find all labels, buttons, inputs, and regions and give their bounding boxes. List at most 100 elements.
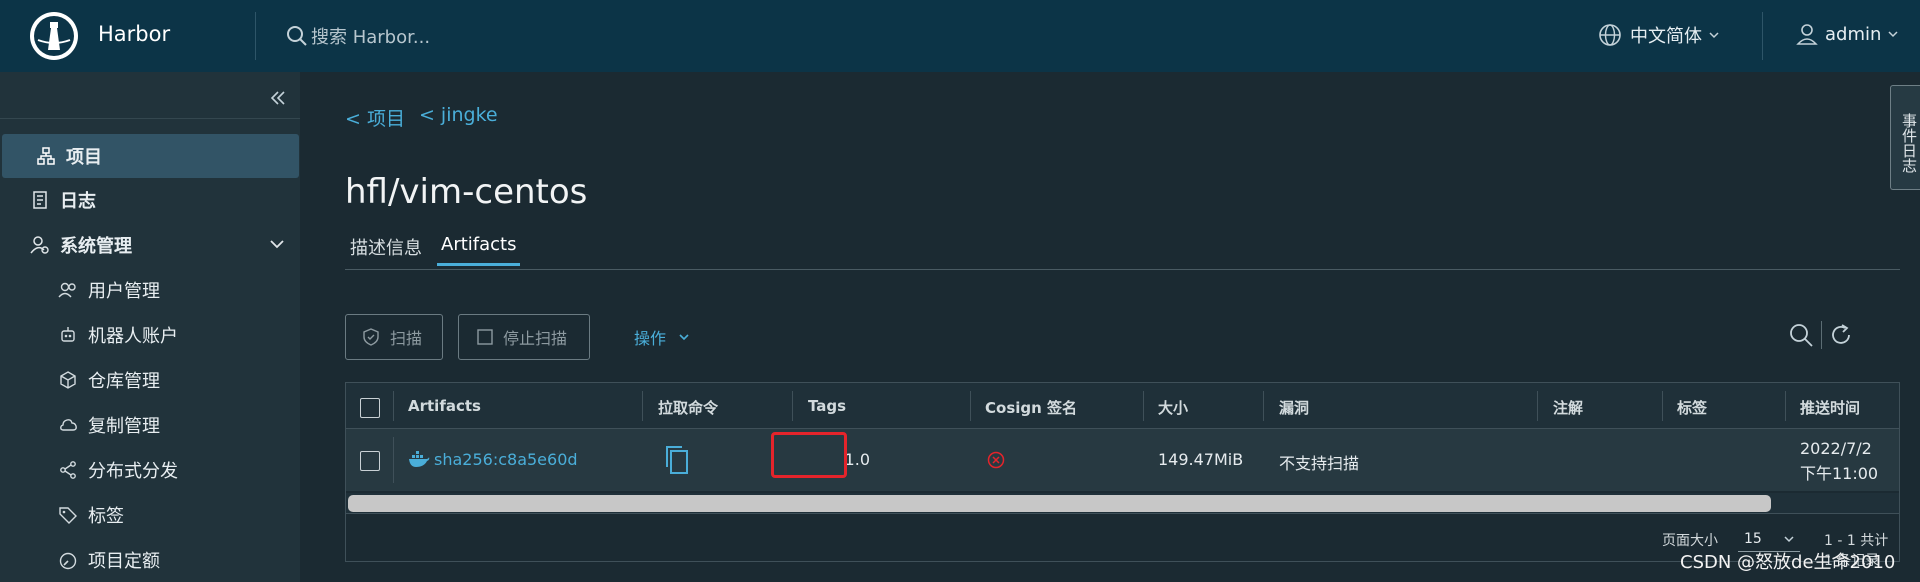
breadcrumb-projects[interactable]: < 项目: [345, 104, 405, 131]
scan-button-label: 扫描: [390, 329, 423, 348]
globe-icon: [1599, 24, 1621, 46]
docker-icon: [409, 451, 430, 467]
row-checkbox[interactable]: [360, 451, 380, 471]
registry-icon: [58, 370, 78, 390]
sidebar-item-registries[interactable]: 仓库管理: [0, 358, 300, 402]
page-title: hfl/vim-centos: [345, 172, 588, 212]
artifacts-table: Artifacts 拉取命令 Tags Cosign 签名 大小 漏洞 注解 标…: [345, 382, 1900, 569]
sidebar-item-label: 仓库管理: [88, 371, 160, 392]
scrollbar-thumb[interactable]: [348, 495, 1771, 512]
user-menu[interactable]: admin: [1795, 22, 1905, 46]
sidebar-item-logs[interactable]: 日志: [0, 178, 300, 222]
harbor-logo-icon[interactable]: [28, 10, 80, 62]
column-separator: [393, 437, 394, 483]
shield-icon: [363, 328, 379, 346]
column-header-annotations[interactable]: 注解: [1553, 397, 1583, 418]
column-separator: [1143, 391, 1144, 421]
column-header-artifacts[interactable]: Artifacts: [408, 397, 481, 415]
artifact-digest-link[interactable]: sha256:c8a5e60d: [434, 450, 578, 469]
column-header-pull-command[interactable]: 拉取命令: [658, 397, 718, 418]
collapse-sidebar-icon[interactable]: [266, 86, 290, 110]
replication-icon: [58, 415, 78, 435]
chevron-down-icon: [679, 334, 689, 341]
sidebar-item-label: 机器人账户: [88, 326, 178, 347]
distribution-icon: [58, 460, 78, 480]
toolbar-divider: [1821, 321, 1822, 349]
breadcrumb-project[interactable]: < jingke: [419, 104, 498, 131]
header-divider: [255, 12, 256, 60]
users-icon: [58, 280, 78, 300]
tab-artifacts[interactable]: Artifacts: [437, 234, 521, 266]
scan-button[interactable]: 扫描: [345, 314, 443, 360]
column-separator: [1662, 391, 1663, 421]
column-separator: [792, 391, 793, 421]
stop-scan-button-label: 停止扫描: [503, 329, 568, 348]
copy-icon[interactable]: [664, 445, 690, 475]
column-separator: [1263, 391, 1264, 421]
quota-icon: [58, 550, 78, 570]
breadcrumb: < 项目 < jingke: [345, 104, 498, 131]
sidebar-item-label: 日志: [60, 191, 96, 212]
projects-icon: [36, 146, 56, 166]
sidebar-item-robot-accounts[interactable]: 机器人账户: [0, 313, 300, 357]
column-separator: [970, 391, 971, 421]
column-header-cosign[interactable]: Cosign 签名: [985, 397, 1077, 418]
search-icon[interactable]: [285, 24, 309, 48]
brand-name[interactable]: Harbor: [98, 22, 170, 46]
column-separator: [642, 391, 643, 421]
sidebar-item-labels[interactable]: 标签: [0, 493, 300, 537]
page-size-label: 页面大小: [1662, 533, 1718, 549]
column-header-tags[interactable]: Tags: [808, 397, 846, 415]
sidebar-item-label: 系统管理: [60, 236, 132, 257]
stop-icon: [477, 329, 493, 345]
chevron-down-icon: [1784, 536, 1794, 543]
top-header: Harbor 搜索 Harbor... 中文简体 admin: [0, 0, 1920, 72]
push-time: 下午11:00: [1800, 464, 1879, 483]
horizontal-scrollbar[interactable]: [346, 493, 1899, 513]
sidebar-item-administration[interactable]: 系统管理: [0, 223, 300, 267]
sidebar-item-project-quotas[interactable]: 项目定额: [0, 538, 300, 582]
select-all-checkbox[interactable]: [360, 398, 380, 418]
language-label: 中文简体: [1630, 26, 1702, 47]
robot-icon: [58, 325, 78, 345]
column-header-push-time[interactable]: 推送时间: [1800, 397, 1860, 418]
search-icon[interactable]: [1788, 322, 1814, 348]
watermark: CSDN @怒放de生命2010: [1680, 552, 1896, 573]
sidebar-item-users[interactable]: 用户管理: [0, 268, 300, 312]
sidebar-divider: [0, 118, 300, 119]
column-separator: [1785, 391, 1786, 421]
tab-bar: 描述信息 Artifacts: [345, 234, 1900, 270]
admin-icon: [30, 235, 50, 255]
search-input[interactable]: 搜索 Harbor...: [311, 23, 430, 49]
tag-icon: [58, 505, 78, 525]
sidebar-item-label: 分布式分发: [88, 461, 178, 482]
refresh-icon[interactable]: [1828, 322, 1854, 348]
sidebar-item-replications[interactable]: 复制管理: [0, 403, 300, 447]
sidebar-item-label: 复制管理: [88, 416, 160, 437]
sidebar: 项目 日志 系统管理 用户管理 机器人账户 仓库管理 复制管理 分布式分发 标签…: [0, 72, 300, 582]
chevron-down-icon: [1709, 32, 1719, 39]
actions-dropdown[interactable]: 操作: [634, 325, 690, 349]
page-size-value: 15: [1744, 531, 1762, 547]
vulnerability-status: 不支持扫描: [1279, 454, 1360, 473]
column-header-size[interactable]: 大小: [1158, 397, 1188, 418]
event-log-tab[interactable]: 事件日志: [1890, 85, 1920, 190]
sidebar-item-projects[interactable]: 项目: [2, 134, 299, 178]
column-separator: [1537, 391, 1538, 421]
column-header-labels[interactable]: 标签: [1677, 397, 1707, 418]
sidebar-item-label: 项目: [66, 147, 102, 168]
sidebar-item-distributions[interactable]: 分布式分发: [0, 448, 300, 492]
tags-highlight-box: [771, 432, 847, 478]
stop-scan-button[interactable]: 停止扫描: [458, 314, 590, 360]
unsigned-error-icon: [987, 451, 1005, 469]
sidebar-item-label: 项目定额: [88, 551, 160, 572]
table-header: Artifacts 拉取命令 Tags Cosign 签名 大小 漏洞 注解 标…: [346, 383, 1899, 429]
chevron-down-icon[interactable]: [268, 235, 286, 253]
language-selector[interactable]: 中文简体: [1598, 22, 1728, 48]
user-icon: [1796, 24, 1818, 45]
table-row[interactable]: sha256:c8a5e60d 1.0 149.47MiB 不支持扫描 2022…: [346, 429, 1899, 491]
username-label: admin: [1825, 23, 1882, 45]
artifact-size: 149.47MiB: [1158, 450, 1244, 469]
tab-info[interactable]: 描述信息: [350, 234, 422, 260]
column-header-vulnerabilities[interactable]: 漏洞: [1279, 397, 1309, 418]
